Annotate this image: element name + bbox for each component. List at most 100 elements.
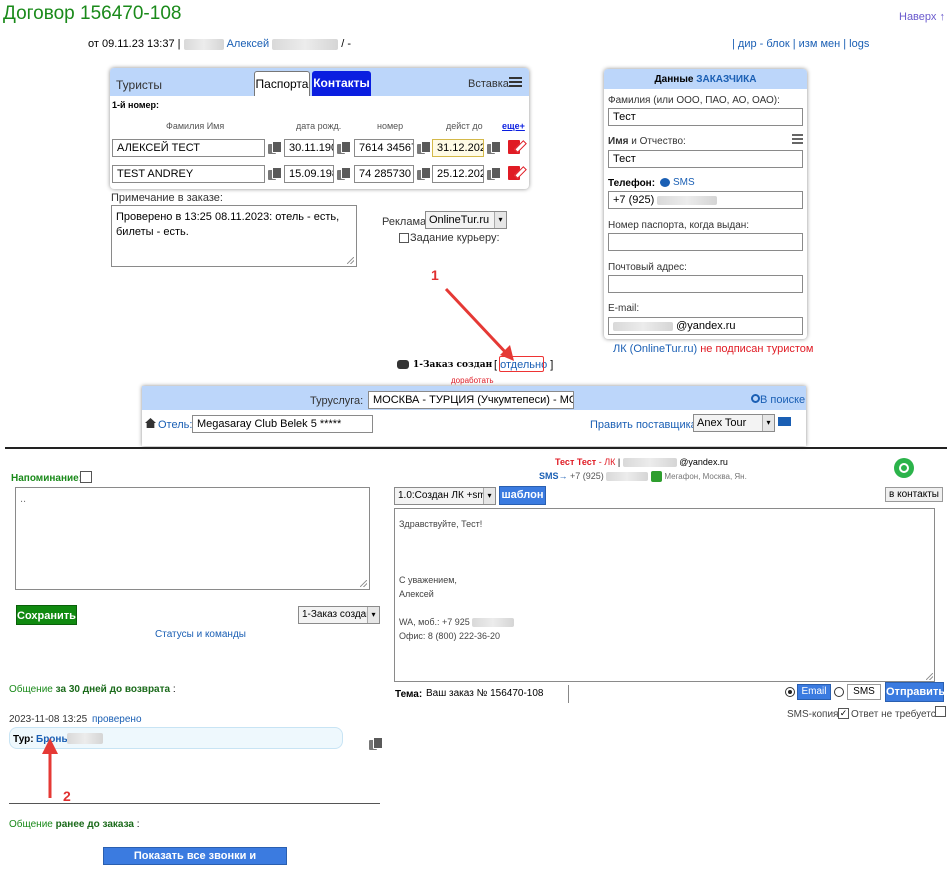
body-line-text: WA, моб.: +7 925	[399, 617, 470, 627]
service-input[interactable]: МОСКВА - ТУРЦИЯ (Учкумтепеси) - МОСКВА	[368, 391, 574, 409]
sms-radio[interactable]	[834, 687, 844, 697]
blurred-text	[67, 733, 103, 744]
contact-lk: ЛК	[604, 457, 616, 467]
entry-status-link[interactable]: проверено	[92, 714, 142, 725]
change-link[interactable]: | изм мен	[793, 38, 840, 50]
copy-icon[interactable]	[337, 141, 351, 155]
more-tourists-link[interactable]: еще+	[502, 121, 525, 131]
sms-copy-label: SMS-копия	[787, 709, 839, 720]
reminder-checkbox[interactable]	[80, 471, 92, 483]
passport-input[interactable]	[608, 233, 803, 251]
supplier-link[interactable]: Править поставщика:	[590, 419, 700, 431]
copy-icon[interactable]	[268, 167, 282, 181]
tab-contacts[interactable]: Контакты	[312, 71, 371, 96]
customer-title-accent: ЗАКАЗЧИКА	[696, 74, 757, 85]
birth-date-input[interactable]: 15.09.1989	[284, 165, 334, 183]
hotel-link[interactable]: Отель:	[158, 419, 192, 431]
entry-date: 2023-11-08 13:25	[9, 714, 88, 725]
col-number-header: номер	[377, 121, 404, 131]
template-button[interactable]: шаблон	[499, 486, 546, 505]
resize-handle[interactable]	[926, 673, 933, 680]
copy-icon[interactable]	[337, 167, 351, 181]
communication-label-accent: за 30 дней до возврата	[55, 684, 171, 695]
sms-copy-checkbox[interactable]: ✓	[838, 708, 849, 719]
whatsapp-icon[interactable]	[894, 458, 914, 478]
note-textarea[interactable]: Проверено в 13:25 08.11.2023: отель - ес…	[111, 205, 357, 267]
send-button[interactable]: Отправить	[885, 682, 945, 702]
dir-block-link[interactable]: | дир - блок	[732, 38, 790, 50]
ad-select-value: OnlineTur.ru	[429, 214, 490, 226]
hotel-input[interactable]: Megasaray Club Belek 5 *****	[192, 415, 373, 433]
bracket-close: ]	[550, 359, 554, 371]
courier-checkbox[interactable]	[399, 233, 409, 243]
statuses-link[interactable]: Статусы и команды	[155, 629, 246, 640]
contact-name: Тест Тест	[555, 457, 597, 467]
annotation-arrow-1	[444, 287, 514, 361]
copy-icon[interactable]	[369, 737, 383, 751]
menu-icon[interactable]	[509, 77, 522, 88]
contacts-button[interactable]: в контакты	[885, 487, 943, 502]
address-input[interactable]	[608, 275, 803, 293]
first-number-label: 1-й номер:	[112, 100, 160, 110]
edit-pen-icon[interactable]	[508, 140, 524, 154]
menu-icon[interactable]	[792, 134, 803, 144]
tab-tourists[interactable]: Туристы	[116, 78, 162, 92]
tab-passports[interactable]: Паспорта	[254, 71, 310, 96]
chat-icon[interactable]	[660, 178, 670, 187]
copy-icon[interactable]	[417, 141, 431, 155]
mail-icon[interactable]	[778, 417, 791, 426]
resize-handle[interactable]	[360, 580, 367, 587]
template-select[interactable]: 1.0:Создан ЛК +sms ▾	[394, 487, 496, 505]
lk-link[interactable]: ЛК (OnlineTur.ru)	[613, 343, 697, 355]
template-select-value: 1.0:Создан ЛК +sms	[398, 490, 491, 501]
copy-icon[interactable]	[487, 141, 501, 155]
email-channel-button[interactable]: Email	[797, 684, 831, 700]
email-radio[interactable]	[785, 687, 795, 697]
search-link[interactable]: В поиске	[760, 394, 805, 406]
body-line	[399, 545, 930, 559]
copy-icon[interactable]	[417, 167, 431, 181]
edit-pen-icon[interactable]	[508, 166, 524, 180]
status-select[interactable]: 1-Заказ создан ▾	[298, 606, 380, 624]
resize-handle[interactable]	[347, 257, 354, 264]
message-body[interactable]: Здравствуйте, Тест! С уважением, Алексей…	[394, 508, 935, 682]
reminder-textarea[interactable]: ..	[15, 487, 370, 590]
sms-link[interactable]: SMS	[673, 177, 695, 188]
contact-sep: |	[617, 457, 621, 467]
call-icon[interactable]	[650, 471, 662, 483]
section-divider	[5, 447, 947, 449]
email-input[interactable]: @yandex.ru	[608, 317, 803, 335]
phone-input[interactable]: +7 (925)	[608, 191, 803, 209]
tourist-name-input[interactable]: АЛЕКСЕЙ ТЕСТ	[112, 139, 265, 157]
birth-date-input[interactable]: 30.11.1900	[284, 139, 334, 157]
valid-until-input[interactable]: 31.12.2021	[432, 139, 484, 157]
supplier-select[interactable]: Anex Tour ▾	[693, 414, 775, 432]
comment-icon	[397, 360, 409, 369]
manager-link[interactable]: Алексей	[227, 38, 270, 50]
body-line	[399, 559, 930, 573]
ad-select[interactable]: OnlineTur.ru ▾	[425, 211, 507, 229]
back-to-top-link[interactable]: Наверх ↑	[899, 11, 945, 23]
no-reply-checkbox[interactable]	[935, 706, 946, 717]
earlier-label-plain: Общение	[9, 819, 53, 830]
passport-number-input[interactable]: 7614 345678	[354, 139, 414, 157]
show-all-button[interactable]: Показать все звонки и переписку	[103, 847, 287, 878]
logs-link[interactable]: | logs	[843, 38, 869, 50]
customer-panel-title: Данные ЗАКАЗЧИКА	[604, 74, 807, 85]
search-icon[interactable]	[751, 394, 760, 403]
copy-icon[interactable]	[268, 141, 282, 155]
surname-input[interactable]: Тест	[608, 108, 803, 126]
passport-number-input[interactable]: 74 285730	[354, 165, 414, 183]
insert-label[interactable]: Вставка	[468, 78, 509, 90]
name-input[interactable]: Тест	[608, 150, 803, 168]
tourist-name-input[interactable]: TEST ANDREY	[112, 165, 265, 183]
copy-icon[interactable]	[487, 167, 501, 181]
subject-input[interactable]: Ваш заказ № 156470-108	[422, 685, 569, 703]
communication-label: Общение за 30 дней до возврата :	[9, 684, 176, 695]
sms-phone: +7 (925)	[570, 471, 604, 481]
save-button[interactable]: Сохранить	[16, 605, 77, 625]
home-icon	[145, 418, 156, 428]
sms-channel-button[interactable]: SMS	[847, 684, 881, 700]
valid-until-input[interactable]: 25.12.2025	[432, 165, 484, 183]
blurred-text	[472, 618, 515, 628]
